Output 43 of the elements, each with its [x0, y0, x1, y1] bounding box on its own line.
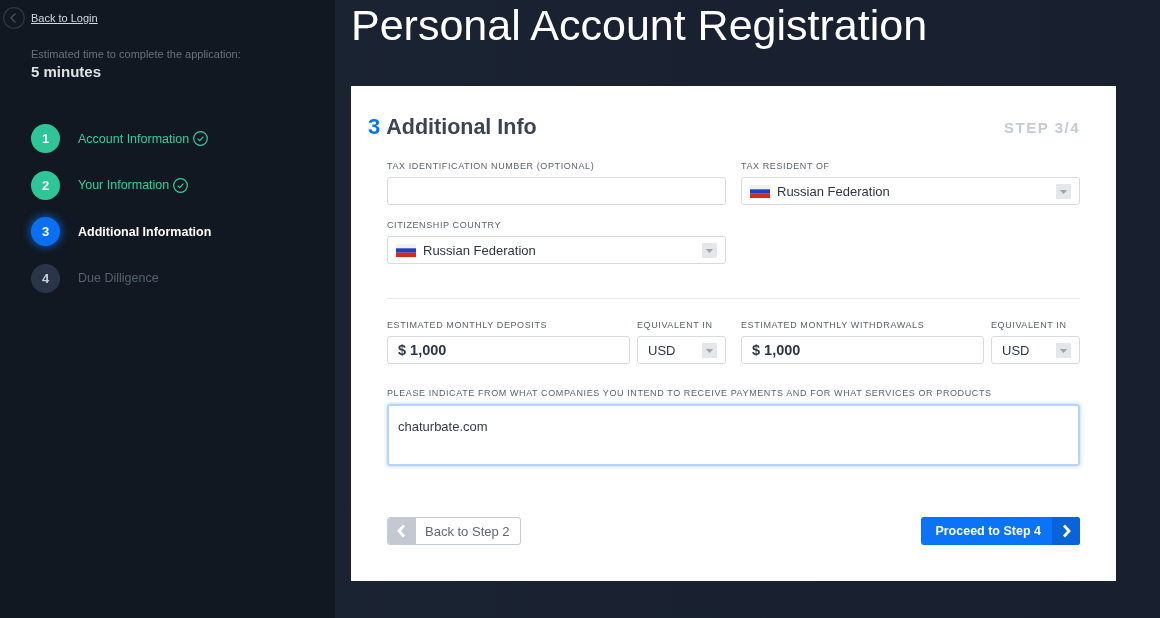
section-title: Additional Info [386, 114, 537, 140]
flag-icon [396, 243, 416, 257]
step-number-badge: 4 [31, 263, 60, 293]
section-number: 3 [368, 114, 381, 140]
step-number-badge: 3 [31, 217, 60, 246]
proceed-button[interactable]: Proceed to Step 4 [921, 517, 1080, 545]
field-label: ESTIMATED MONTHLY WITHDRAWALS [741, 319, 926, 331]
field-label: PLEASE INDICATE FROM WHAT COMPANIES YOU INTEND TO RECEIVE PAYMENTS AND FOR WHAT SERVICES OR PRODUCTS [387, 387, 993, 399]
flag-icon [750, 184, 770, 198]
amount-field[interactable]: $ 1,000 [387, 336, 630, 364]
step-indicator: STEP 3/4 [1004, 118, 1080, 136]
field-label: CITIZENSHIP COUNTRY [387, 219, 503, 231]
chevron-left-icon [388, 518, 416, 544]
field-label: EQUIVALENT IN [991, 319, 1068, 331]
estimate-value: 5 minutes [31, 62, 103, 82]
field-label: ESTIMATED MONTHLY DEPOSITS [387, 319, 549, 331]
field-label: TAX IDENTIFICATION NUMBER (OPTIONAL) [387, 160, 596, 172]
amount-field[interactable]: $ 1,000 [741, 336, 984, 364]
currency-select[interactable]: USD [991, 336, 1080, 364]
caret-down-icon [702, 342, 717, 358]
currency-select[interactable]: USD [637, 336, 726, 364]
chevron-right-icon [1052, 517, 1080, 545]
field-label: EQUIVALENT IN [637, 319, 714, 331]
caret-down-icon [702, 242, 717, 258]
back-button[interactable]: Back to Step 2 [387, 517, 521, 545]
step-number-badge: 1 [31, 124, 60, 153]
step-number-badge: 2 [31, 170, 60, 200]
check-circle-icon [173, 177, 189, 193]
caret-down-icon [1056, 183, 1071, 199]
field-label: TAX RESIDENT OF [741, 160, 831, 172]
step-label[interactable]: Your Information [78, 178, 170, 192]
caret-down-icon [1056, 342, 1071, 358]
country-select[interactable]: Russian Federation [387, 236, 726, 264]
step-label[interactable]: Account Information [78, 131, 190, 146]
estimate-label: Estimated time to complete the application: [31, 47, 242, 61]
country-select[interactable]: Russian Federation [741, 177, 1080, 205]
step-label[interactable]: Additional Information [78, 224, 212, 239]
back-to-login-link[interactable]: Back to Login [31, 12, 98, 24]
text-field[interactable] [387, 177, 726, 205]
description-textarea[interactable]: chaturbate.com [387, 404, 1080, 466]
check-circle-icon [193, 131, 209, 146]
page-title: Personal Account Registration [351, 0, 929, 50]
chevron-left-icon[interactable] [3, 7, 25, 29]
